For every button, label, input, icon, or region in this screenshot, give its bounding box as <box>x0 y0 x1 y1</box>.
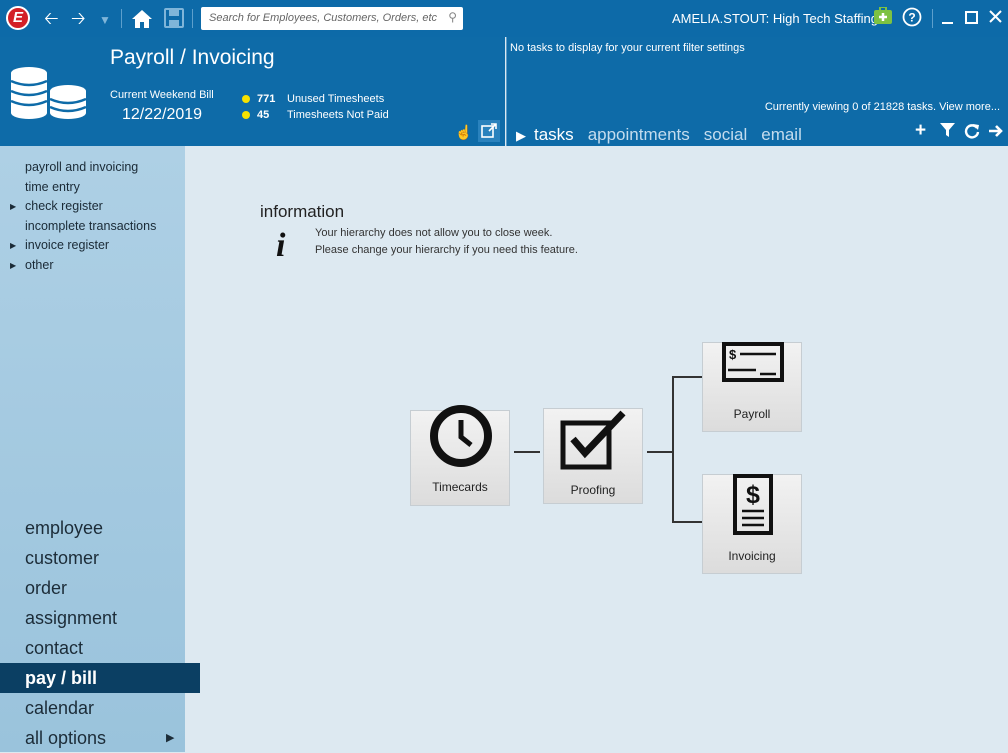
tasks-panel: No tasks to display for your current fil… <box>506 37 1008 146</box>
current-weekend-bill-label: Current Weekend Bill <box>110 89 214 101</box>
info-title: information <box>260 202 345 221</box>
search-input[interactable] <box>209 10 437 26</box>
pointer-hand-icon[interactable]: ☝ <box>453 121 475 143</box>
user-label[interactable]: AMELIA.STOUT: High Tech Staffing <box>672 11 878 26</box>
svg-text:$: $ <box>729 347 737 362</box>
stat-unused-timesheets[interactable]: 771 Unused Timesheets <box>242 93 384 105</box>
main-navigation: employee customer order assignment conta… <box>0 513 200 753</box>
arrow-right-icon[interactable] <box>988 123 1004 144</box>
info-message: Your hierarchy does not allow you to clo… <box>315 227 578 256</box>
history-dropdown-icon[interactable]: ▼ <box>99 10 111 30</box>
close-icon[interactable] <box>988 7 1004 34</box>
separator <box>932 9 933 28</box>
payroll-card[interactable]: $ Payroll <box>702 342 802 432</box>
help-icon[interactable]: ? <box>902 7 922 34</box>
add-task-icon[interactable]: + <box>915 120 926 142</box>
view-more-link[interactable]: Currently viewing 0 of 21828 tasks. View… <box>765 101 1000 113</box>
home-icon[interactable] <box>130 8 154 34</box>
timecards-card[interactable]: Timecards <box>410 405 510 506</box>
svg-text:?: ? <box>908 11 915 25</box>
nav-customer[interactable]: customer <box>0 543 200 573</box>
back-arrow-icon[interactable]: 🡠 <box>44 8 59 28</box>
refresh-icon[interactable] <box>964 123 980 144</box>
proofing-card[interactable]: Proofing <box>543 408 643 504</box>
timecards-label: Timecards <box>432 480 488 494</box>
connector-line <box>672 376 702 378</box>
status-dot <box>242 95 250 104</box>
forward-arrow-icon[interactable]: 🡢 <box>71 8 86 28</box>
popout-icon[interactable] <box>478 120 500 142</box>
play-icon[interactable]: ▶ <box>516 128 526 143</box>
connector-line <box>672 521 702 523</box>
sidebar-item-time-entry[interactable]: time entry <box>0 178 185 198</box>
expand-arrow-icon[interactable]: ▶ <box>10 197 16 217</box>
coins-icon <box>10 67 87 119</box>
connector-line <box>672 376 674 523</box>
invoicing-card[interactable]: $ Invoicing <box>702 474 802 574</box>
page-header: Payroll / Invoicing Current Weekend Bill… <box>0 37 505 146</box>
svg-text:$: $ <box>746 481 760 509</box>
nav-pay-bill[interactable]: pay / bill <box>0 663 200 693</box>
stat-timesheets-not-paid[interactable]: 45 Timesheets Not Paid <box>242 109 389 121</box>
filter-icon[interactable] <box>940 123 955 143</box>
tab-email[interactable]: email <box>761 125 802 144</box>
maximize-icon[interactable] <box>964 7 980 34</box>
info-icon: i <box>276 227 286 264</box>
global-search[interactable]: ⚲ <box>201 7 463 30</box>
nav-employee[interactable]: employee <box>0 513 200 543</box>
separator <box>121 9 122 28</box>
invoicing-label: Invoicing <box>728 549 776 563</box>
expand-arrow-icon[interactable]: ▶ <box>10 236 16 256</box>
connector-line <box>647 451 673 453</box>
proofing-label: Proofing <box>570 483 616 497</box>
nav-contact[interactable]: contact <box>0 633 200 663</box>
nav-all-options[interactable]: all options ▶ <box>0 723 200 753</box>
top-bar: E 🡠 🡢 ▼ ⚲ AMELIA.STOUT: High Tech Staffi… <box>0 0 1008 37</box>
tab-appointments[interactable]: appointments <box>588 125 690 144</box>
sidebar-item-invoice-register[interactable]: ▶ invoice register <box>0 236 185 256</box>
sidebar: payroll and invoicing time entry ▶ check … <box>0 146 200 752</box>
help-kit-icon[interactable] <box>873 6 893 32</box>
current-weekend-bill-date[interactable]: 12/22/2019 <box>122 106 202 124</box>
tasks-message: No tasks to display for your current fil… <box>510 42 745 54</box>
nav-order[interactable]: order <box>0 573 200 603</box>
check-payment-icon: $ <box>722 342 784 382</box>
sidebar-item-payroll-and-invoicing[interactable]: payroll and invoicing <box>0 158 185 178</box>
status-dot <box>242 111 250 120</box>
expand-arrow-icon[interactable]: ▶ <box>10 256 16 276</box>
checkbox-check-icon <box>560 410 626 470</box>
minimize-icon[interactable] <box>940 7 956 34</box>
nav-assignment[interactable]: assignment <box>0 603 200 633</box>
sidebar-item-other[interactable]: ▶ other <box>0 256 185 276</box>
save-icon[interactable] <box>164 8 184 32</box>
expand-arrow-icon[interactable]: ▶ <box>166 723 174 753</box>
sidebar-item-incomplete-transactions[interactable]: incomplete transactions <box>0 217 185 237</box>
tab-social[interactable]: social <box>704 125 747 144</box>
nav-calendar[interactable]: calendar <box>0 693 200 723</box>
sub-navigation: payroll and invoicing time entry ▶ check … <box>0 158 185 276</box>
page-title: Payroll / Invoicing <box>110 46 275 69</box>
connector-line <box>514 451 540 453</box>
tab-tasks[interactable]: tasks <box>534 125 574 144</box>
tasks-tabs: ▶ tasks appointments social email <box>516 125 816 145</box>
invoice-document-icon: $ <box>733 474 773 535</box>
search-icon[interactable]: ⚲ <box>448 10 457 24</box>
separator <box>192 9 193 28</box>
sidebar-item-check-register[interactable]: ▶ check register <box>0 197 185 217</box>
clock-icon <box>430 405 492 467</box>
app-logo[interactable]: E <box>6 6 30 30</box>
payroll-label: Payroll <box>733 407 771 421</box>
